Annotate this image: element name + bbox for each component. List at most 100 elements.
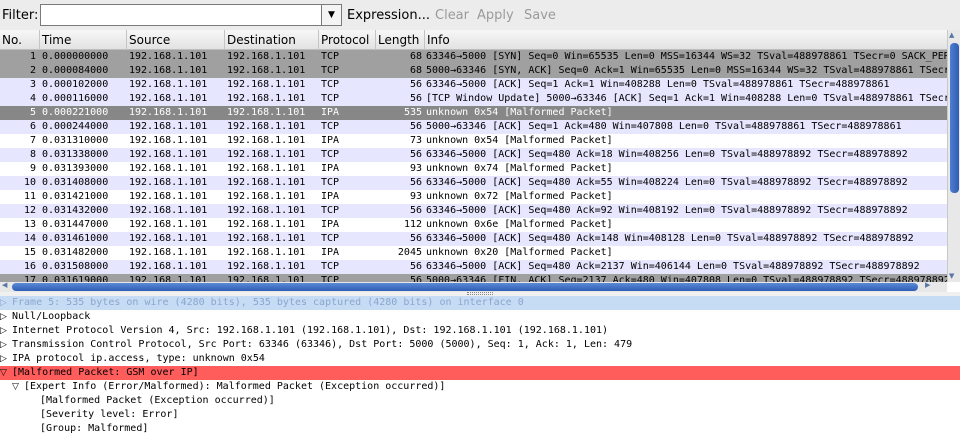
detail-line[interactable]: ▷ Internet Protocol Version 4, Src: 192.1… [0,324,960,338]
cell-protocol: IPA [321,191,340,202]
cell-length: 73 [409,135,422,146]
packet-row[interactable]: 6 0.000244000 192.168.1.101 192.168.1.101 TC… [0,120,947,134]
scroll-up-icon[interactable]: ▲ [949,31,954,39]
column-header-info[interactable]: Info [425,30,947,50]
cell-length: 535 [403,107,422,118]
cell-source: 192.168.1.101 [129,107,208,118]
horizontal-scrollbar[interactable]: ◀ ▶ [0,281,947,292]
packet-list: No. Time Source Destination Protocol Len… [0,30,960,292]
apply-button[interactable]: Apply [477,8,514,23]
column-header-length[interactable]: Length [376,30,425,50]
cell-info: 5000→63346 [SYN, ACK] Seq=0 Ack=1 Win=65… [426,65,947,76]
save-button[interactable]: Save [524,8,556,23]
horizontal-scroll-thumb[interactable] [12,283,918,291]
scroll-right-icon[interactable]: ▶ [925,281,930,289]
packet-row[interactable]: 16 0.031508000 192.168.1.101 192.168.1.101 T… [0,260,947,274]
cell-time: 0.000102000 [42,79,109,90]
packet-row[interactable]: 9 0.031393000 192.168.1.101 192.168.1.101 IP… [0,162,947,176]
detail-text: Frame 5: 535 bytes on wire (4280 bits), … [12,297,524,308]
cell-source: 192.168.1.101 [129,177,208,188]
cell-length: 2045 [397,247,422,258]
packet-row[interactable]: 8 0.031338000 192.168.1.101 192.168.1.101 TC… [0,148,947,162]
cell-length: 56 [409,261,422,272]
expand-right-icon[interactable]: ▷ [0,352,10,366]
filter-input[interactable] [40,4,322,26]
splitter-grip[interactable] [467,292,493,295]
cell-length: 112 [403,219,422,230]
cell-time: 0.031461000 [42,233,109,244]
column-header-time[interactable]: Time [40,30,127,50]
detail-line[interactable]: ▷ Null/Loopback [0,310,960,324]
cell-source: 192.168.1.101 [129,149,208,160]
expand-right-icon[interactable]: ▷ [0,338,10,352]
cell-source: 192.168.1.101 [129,261,208,272]
cell-protocol: IPA [321,219,340,230]
scroll-down-icon[interactable]: ▼ [949,272,954,280]
cell-destination: 192.168.1.101 [227,135,306,146]
filter-dropdown-button[interactable]: ▼ [322,4,342,26]
cell-destination: 192.168.1.101 [227,191,306,202]
cell-no: 3 [29,79,36,90]
cell-no: 10 [23,177,36,188]
cell-time: 0.031408000 [42,177,109,188]
packet-row[interactable]: 2 0.000084000 192.168.1.101 192.168.1.101 TC… [0,64,947,78]
column-header-protocol[interactable]: Protocol [319,30,376,50]
column-header-no[interactable]: No. [0,30,40,50]
packet-row[interactable]: 12 0.031432000 192.168.1.101 192.168.1.101 T… [0,204,947,218]
detail-text: [Malformed Packet: GSM over IP] [12,367,199,378]
packet-row[interactable]: 11 0.031421000 192.168.1.101 192.168.1.101 I… [0,190,947,204]
cell-protocol: IPA [321,247,340,258]
cell-length: 56 [409,93,422,104]
detail-line[interactable]: [Group: Malformed] [0,422,960,436]
expand-right-icon[interactable]: ▷ [0,296,10,310]
cell-info: 63346→5000 [ACK] Seq=480 Ack=18 Win=4082… [426,149,908,160]
cell-protocol: IPA [321,107,340,118]
packet-row[interactable]: 3 0.000102000 192.168.1.101 192.168.1.101 TC… [0,78,947,92]
cell-protocol: TCP [321,93,340,104]
vertical-scrollbar[interactable]: ▲ ▼ [947,30,960,282]
expand-right-icon[interactable]: ▷ [0,310,10,324]
packet-row[interactable]: 13 0.031447000 192.168.1.101 192.168.1.101 I… [0,218,947,232]
detail-line[interactable]: [Severity level: Error] [0,408,960,422]
expression-button[interactable]: Expression... [347,8,430,23]
column-header-destination[interactable]: Destination [225,30,319,50]
packet-row[interactable]: 5 0.000221000 192.168.1.101 192.168.1.101 IP… [0,106,947,120]
cell-time: 0.031508000 [42,261,109,272]
cell-info: [TCP Window Update] 5000→63346 [ACK] Seq… [426,93,947,104]
cell-protocol: TCP [321,79,340,90]
packet-row[interactable]: 14 0.031461000 192.168.1.101 192.168.1.101 T… [0,232,947,246]
cell-destination: 192.168.1.101 [227,247,306,258]
cell-info: 5000→63346 [ACK] Seq=1 Ack=480 Win=40780… [426,121,902,132]
vertical-scroll-thumb[interactable] [950,43,959,193]
expand-down-icon[interactable]: ▽ [12,380,22,394]
packet-row[interactable]: 10 0.031408000 192.168.1.101 192.168.1.101 T… [0,176,947,190]
packet-details: ▷ Frame 5: 535 bytes on wire (4280 bits),… [0,296,960,439]
detail-line[interactable]: ▷ Transmission Control Protocol, Src Port… [0,338,960,352]
cell-destination: 192.168.1.101 [227,107,306,118]
clear-button[interactable]: Clear [435,8,469,23]
detail-line[interactable]: ▽ [Malformed Packet: GSM over IP] [0,366,960,380]
packet-row[interactable]: 1 0.000000000 192.168.1.101 192.168.1.101 TC… [0,50,947,64]
cell-length: 56 [409,121,422,132]
packet-row[interactable]: 4 0.000116000 192.168.1.101 192.168.1.101 TC… [0,92,947,106]
expand-down-icon[interactable]: ▽ [0,366,10,380]
detail-text: [Group: Malformed] [40,423,149,434]
scroll-left-icon[interactable]: ◀ [2,281,7,289]
cell-source: 192.168.1.101 [129,233,208,244]
packet-row[interactable]: 15 0.031482000 192.168.1.101 192.168.1.101 I… [0,246,947,260]
cell-no: 9 [29,163,36,174]
cell-info: 63346→5000 [ACK] Seq=480 Ack=148 Win=408… [426,233,914,244]
expand-right-icon[interactable]: ▷ [0,324,10,338]
cell-no: 13 [23,219,36,230]
cell-protocol: TCP [321,177,340,188]
cell-no: 7 [29,135,36,146]
detail-line[interactable]: ▷ Frame 5: 535 bytes on wire (4280 bits),… [0,296,960,310]
detail-line[interactable]: ▽ [Expert Info (Error/Malformed): Malform… [0,380,960,394]
cell-time: 0.031482000 [42,247,109,258]
cell-length: 68 [409,65,422,76]
packet-row[interactable]: 7 0.031310000 192.168.1.101 192.168.1.101 IP… [0,134,947,148]
detail-line[interactable]: ▷ IPA protocol ip.access, type: unknown 0… [0,352,960,366]
column-header-source[interactable]: Source [127,30,225,50]
detail-text: [Expert Info (Error/Malformed): Malforme… [24,381,446,392]
detail-line[interactable]: [Malformed Packet (Exception occurred)] [0,394,960,408]
